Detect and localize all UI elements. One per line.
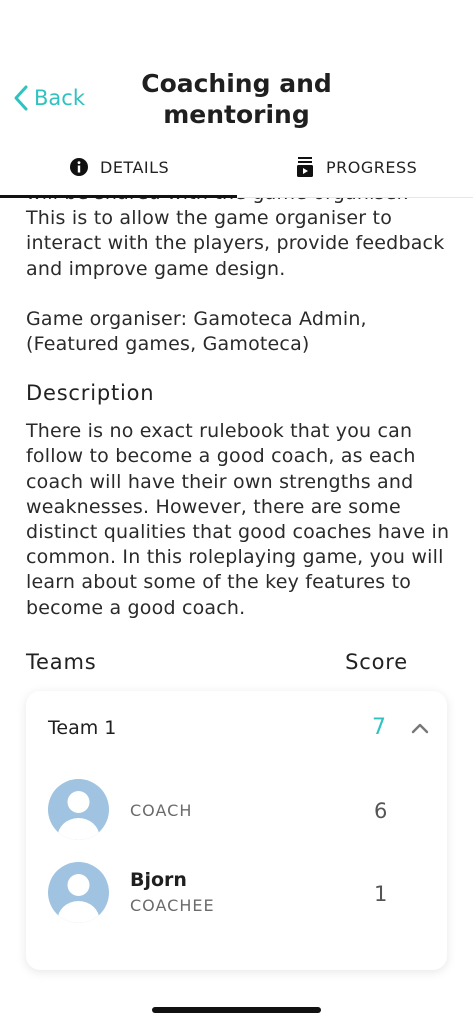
description-heading: Description: [26, 381, 155, 406]
team-name: Team 1: [48, 717, 117, 739]
teams-header: Teams Score: [26, 650, 408, 674]
member-score: 6: [374, 799, 388, 823]
app-header: Back Coaching and mentoring: [0, 0, 473, 140]
page-title-line-1: Coaching and: [141, 69, 332, 98]
tab-details[interactable]: DETAILS: [68, 156, 169, 178]
tab-progress[interactable]: PROGRESS: [294, 156, 417, 178]
tab-bar: DETAILS PROGRESS: [0, 140, 473, 198]
progress-icon: [297, 157, 313, 177]
tab-progress-label: PROGRESS: [326, 157, 418, 177]
chevron-up-icon[interactable]: [409, 717, 431, 739]
organiser-line-2: (Featured games, Gamoteca): [26, 333, 310, 356]
team-member-row: COACH 6: [48, 779, 428, 841]
organiser-line-1: Game organiser: Gamoteca Admin,: [26, 307, 367, 330]
member-name: Bjorn: [130, 869, 187, 891]
avatar: [48, 862, 109, 923]
team-card: Team 1 7 COACH 6 Bjorn COACHEE 1: [26, 691, 447, 970]
home-indicator[interactable]: [152, 1007, 321, 1013]
active-tab-indicator: [0, 195, 237, 198]
description-text: There is no exact rulebook that you can …: [26, 420, 450, 619]
page-title: Coaching and mentoring: [0, 68, 473, 130]
privacy-text-rest: is to allow the game organiser to intera…: [26, 207, 445, 280]
avatar: [48, 779, 109, 840]
member-role: COACHEE: [130, 896, 215, 915]
team-row[interactable]: Team 1 7: [48, 715, 431, 741]
details-content[interactable]: will be shared with the game organiser. …: [26, 176, 451, 621]
member-role: COACH: [130, 801, 193, 820]
game-organiser: Game organiser: Gamoteca Admin, (Feature…: [26, 307, 451, 357]
member-score: 1: [374, 882, 388, 906]
score-heading: Score: [345, 650, 408, 674]
team-member-row: Bjorn COACHEE 1: [48, 862, 428, 924]
team-score: 7: [372, 715, 386, 740]
info-icon: [70, 158, 88, 176]
page-title-line-2: mentoring: [163, 100, 310, 129]
teams-heading: Teams: [26, 650, 97, 674]
tab-details-label: DETAILS: [100, 157, 170, 177]
